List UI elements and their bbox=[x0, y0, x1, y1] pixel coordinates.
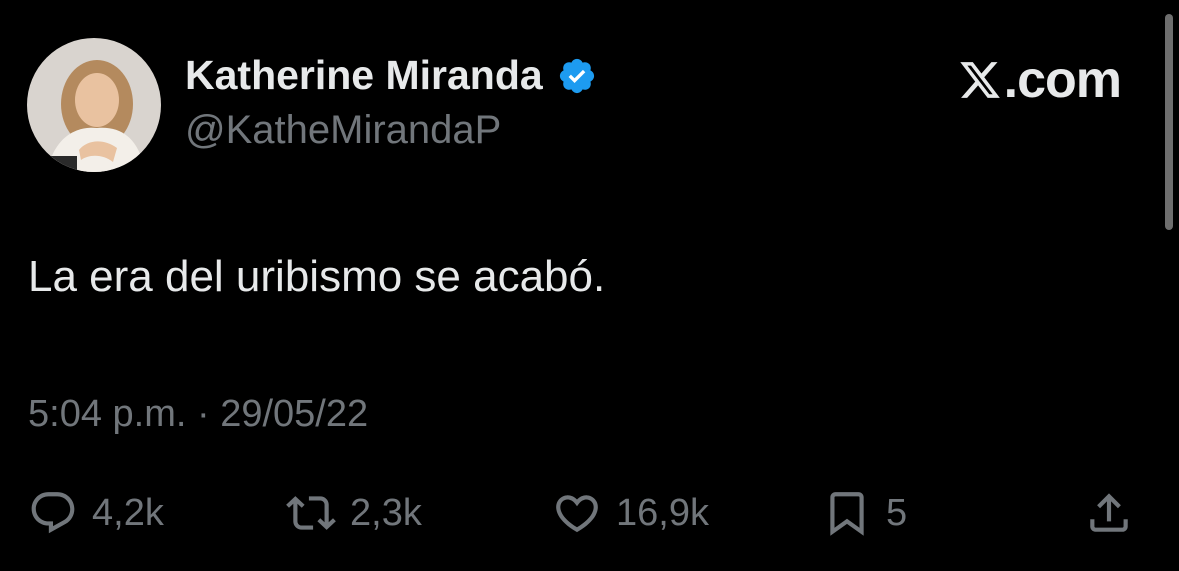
bookmark-icon bbox=[830, 492, 864, 536]
retweet-button[interactable]: 2,3k bbox=[286, 488, 422, 538]
brand-logo: .com bbox=[958, 50, 1122, 110]
tweet-timestamp[interactable]: 5:04 p.m. · 29/05/22 bbox=[28, 393, 368, 436]
reply-icon bbox=[31, 492, 75, 534]
reply-button[interactable]: 4,2k bbox=[28, 488, 164, 538]
share-button[interactable] bbox=[1084, 488, 1134, 538]
user-handle[interactable]: @KatheMirandaP bbox=[185, 108, 501, 153]
tweet-text: La era del uribismo se acabó. bbox=[28, 252, 606, 301]
x-logo-icon bbox=[959, 62, 1000, 98]
avatar[interactable] bbox=[27, 38, 161, 172]
retweet-icon bbox=[286, 496, 336, 530]
avatar-photo bbox=[27, 38, 161, 172]
display-name[interactable]: Katherine Miranda bbox=[185, 52, 597, 99]
brand-text: .com bbox=[1003, 51, 1122, 109]
share-icon bbox=[1090, 493, 1128, 532]
bookmark-count: 5 bbox=[886, 491, 908, 534]
like-count: 16,9k bbox=[616, 491, 709, 534]
heart-icon bbox=[556, 495, 598, 533]
verified-badge-icon bbox=[559, 58, 594, 93]
retweet-count: 2,3k bbox=[350, 491, 422, 534]
action-bar: 4,2k 2,3k 16,9k 5 bbox=[0, 488, 1179, 548]
bookmark-button[interactable]: 5 bbox=[822, 488, 907, 538]
like-button[interactable]: 16,9k bbox=[552, 488, 709, 538]
display-name-text[interactable]: Katherine Miranda bbox=[185, 52, 543, 99]
reply-count: 4,2k bbox=[92, 491, 164, 534]
scrollbar[interactable] bbox=[1165, 14, 1173, 230]
